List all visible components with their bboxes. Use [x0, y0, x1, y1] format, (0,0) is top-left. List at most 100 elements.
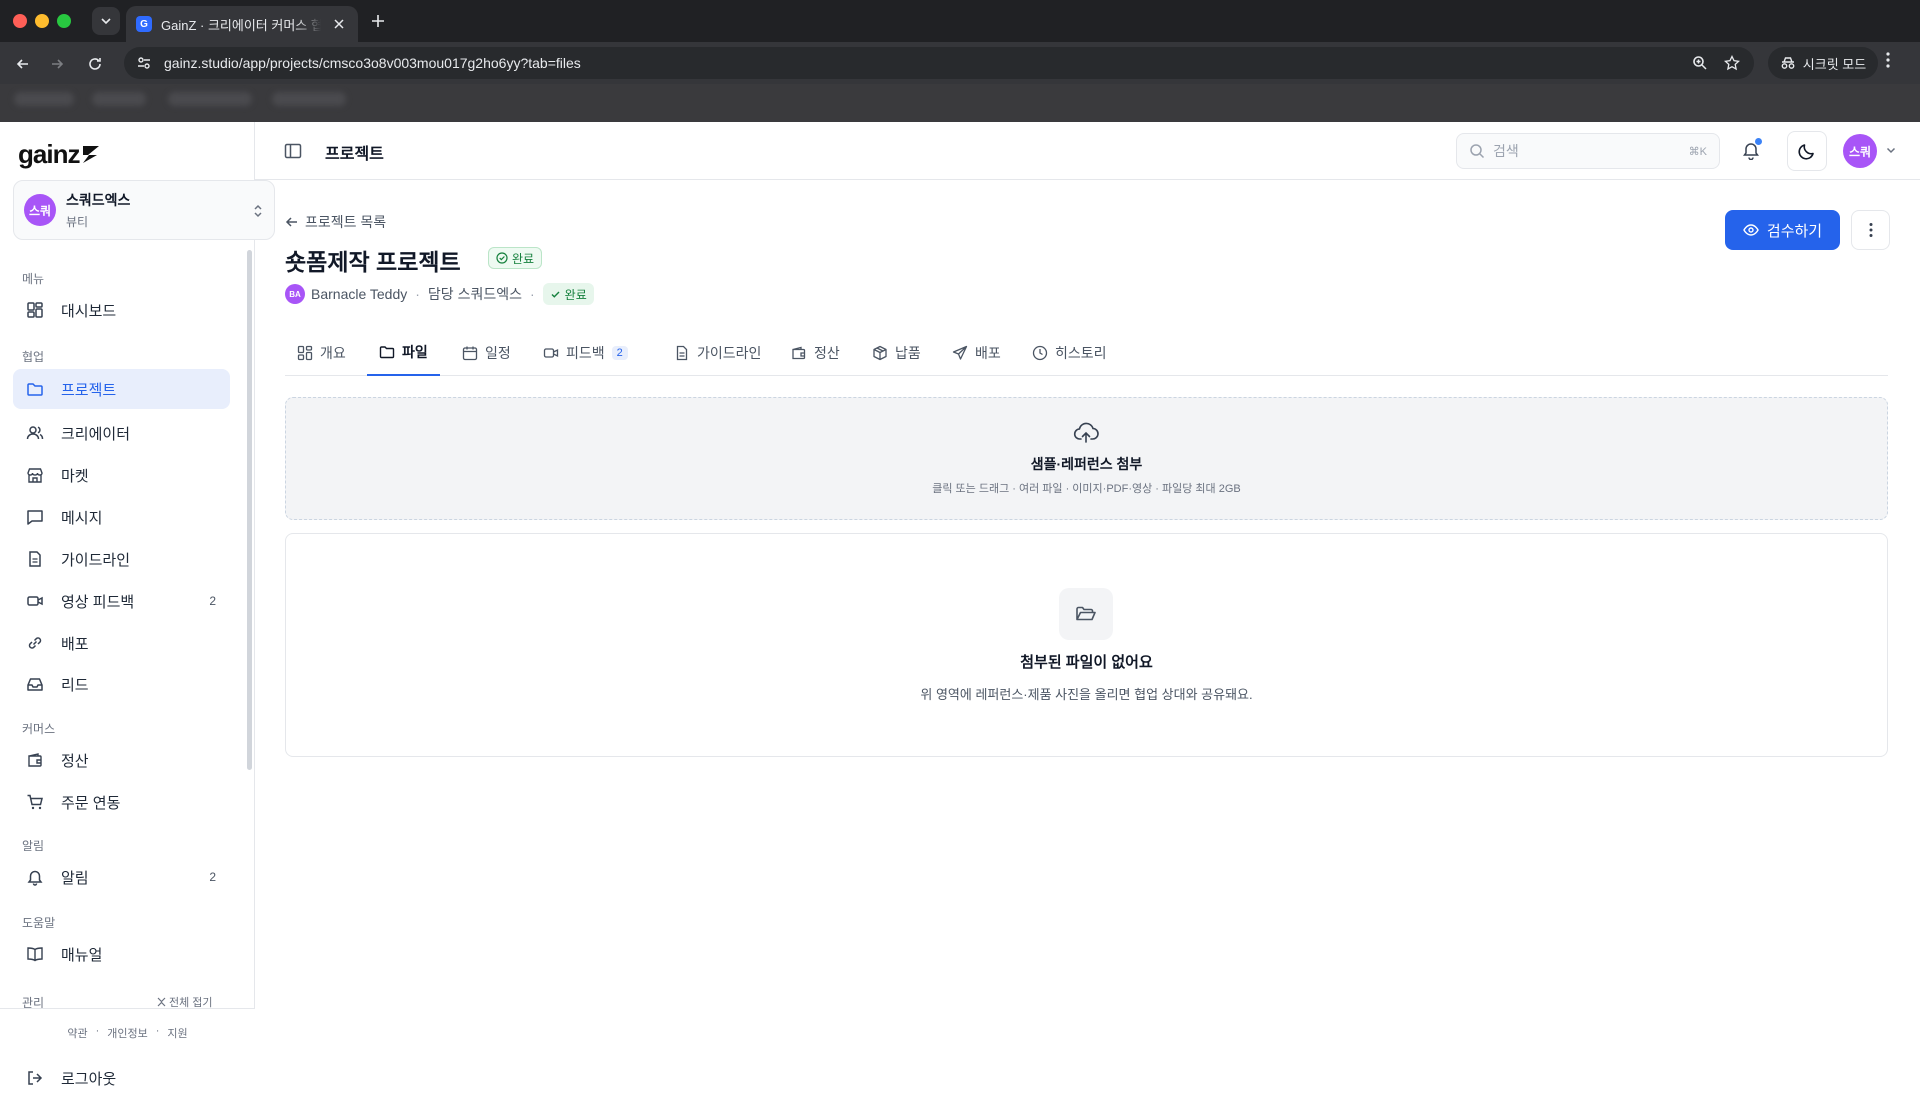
blurred-bookmark: [14, 92, 74, 106]
tab-guidelines[interactable]: 가이드라인: [662, 330, 773, 376]
sidebar-item-order-sync[interactable]: 주문 연동: [13, 783, 230, 821]
tab-label: 가이드라인: [697, 345, 762, 361]
sidebar-item-leads[interactable]: 리드: [13, 665, 230, 703]
section-collab: 협업: [22, 350, 45, 364]
tab-settlement[interactable]: 정산: [779, 330, 852, 376]
top-header: 프로젝트 검색 ⌘K 스쿼: [255, 122, 1920, 180]
logout-label: 로그아웃: [61, 1070, 117, 1088]
reload-button[interactable]: [82, 51, 108, 77]
star-icon[interactable]: [1724, 55, 1740, 71]
workspace-name: 스쿼드엑스: [66, 192, 131, 208]
dropzone-subtitle: 클릭 또는 드래그 · 여러 파일 · 이미지·PDF·영상 · 파일당 최대 …: [932, 483, 1241, 495]
sidebar-item-messages[interactable]: 메시지: [13, 498, 230, 536]
new-tab-button[interactable]: [368, 11, 388, 31]
sidebar-toggle-button[interactable]: [283, 141, 303, 161]
tab-feedback[interactable]: 피드백 2: [531, 330, 640, 376]
sidebar-item-manual[interactable]: 매뉴얼: [13, 935, 230, 973]
blurred-bookmark: [168, 92, 252, 106]
gainz-logo[interactable]: gainz: [18, 139, 102, 169]
collapse-icon: [157, 997, 166, 1007]
reload-icon: [89, 58, 101, 70]
sidebar-item-label: 리드: [61, 676, 89, 694]
count-badge: 2: [611, 346, 628, 360]
url-text: gainz.studio/app/projects/cmsco3o8v003mo…: [164, 55, 581, 71]
back-to-projects-link[interactable]: 프로젝트 목록: [285, 212, 386, 232]
sidebar: gainz 스쿼 스쿼드엑스 뷰티 메뉴 대시보드 협업 프로젝트 크리에이터: [0, 122, 275, 1097]
review-button[interactable]: 검수하기: [1725, 210, 1840, 250]
meta-separator: ·: [529, 286, 535, 302]
app-root: gainz 스쿼 스쿼드엑스 뷰티 메뉴 대시보드 협업 프로젝트 크리에이터: [0, 122, 1920, 1097]
zoom-icon[interactable]: [1692, 55, 1708, 71]
section-help: 도움말: [22, 916, 56, 930]
tab-label: 납품: [895, 345, 921, 361]
back-button[interactable]: [10, 51, 36, 77]
sidebar-item-creators[interactable]: 크리에이터: [13, 414, 230, 452]
incognito-indicator[interactable]: 시크릿 모드: [1768, 47, 1878, 79]
sidebar-item-label: 메시지: [61, 509, 103, 527]
sidebar-item-label: 주문 연동: [61, 794, 121, 812]
tab-search-button[interactable]: [92, 7, 120, 35]
dropzone-title: 샘플·레퍼런스 첨부: [1030, 456, 1143, 472]
sidebar-item-label: 배포: [61, 635, 89, 653]
sidebar-footer: 약관 · 개인정보 · 지원 로그아웃: [0, 1008, 255, 1097]
owner-label: 담당 스쿼드엑스: [427, 286, 522, 302]
section-commerce: 커머스: [22, 722, 56, 736]
theme-toggle-button[interactable]: [1787, 131, 1827, 171]
check-icon: [551, 291, 560, 298]
empty-state-card: 첨부된 파일이 없어요 위 영역에 레퍼런스·제품 사진을 올리면 협업 상대와…: [285, 533, 1888, 757]
window-maximize-button[interactable]: [57, 14, 71, 28]
logout-button[interactable]: 로그아웃: [13, 1059, 230, 1097]
sidebar-item-distribution[interactable]: 배포: [13, 624, 230, 662]
browser-menu-button[interactable]: [1886, 52, 1890, 68]
document-icon: [25, 549, 45, 569]
send-icon: [952, 345, 968, 360]
forward-button[interactable]: [44, 51, 70, 77]
file-dropzone[interactable]: 샘플·레퍼런스 첨부 클릭 또는 드래그 · 여러 파일 · 이미지·PDF·영…: [285, 397, 1888, 520]
sidebar-item-dashboard[interactable]: 대시보드: [13, 291, 230, 329]
sidebar-item-label: 정산: [61, 752, 89, 770]
window-minimize-button[interactable]: [35, 14, 49, 28]
sidebar-item-notifications[interactable]: 알림 2: [13, 858, 230, 896]
chevron-down-icon: [101, 18, 111, 25]
footer-separator: ·: [95, 1025, 100, 1037]
users-icon: [25, 423, 45, 443]
tab-overview[interactable]: 개요: [285, 330, 358, 376]
tab-delivery[interactable]: 납품: [860, 330, 933, 376]
incognito-label: 시크릿 모드: [1802, 56, 1867, 72]
folder-open-icon: [1059, 588, 1113, 640]
user-avatar[interactable]: 스쿼: [1843, 134, 1877, 168]
more-options-button[interactable]: [1851, 210, 1890, 250]
creator-avatar: BA: [285, 284, 305, 304]
site-settings-icon[interactable]: [136, 55, 152, 71]
search-input[interactable]: 검색 ⌘K: [1456, 133, 1720, 169]
workspace-switcher[interactable]: 스쿼 스쿼드엑스 뷰티: [13, 180, 275, 240]
status-label: 완료: [512, 251, 535, 266]
sidebar-item-projects[interactable]: 프로젝트: [13, 369, 230, 409]
sidebar-item-label: 영상 피드백: [61, 593, 135, 611]
chevron-down-icon[interactable]: [1885, 144, 1897, 156]
tab-close-icon[interactable]: [330, 15, 348, 33]
sidebar-scrollbar[interactable]: [247, 250, 252, 770]
privacy-link[interactable]: 개인정보: [107, 1025, 147, 1041]
count-badge: 2: [209, 594, 216, 608]
tab-schedule[interactable]: 일정: [450, 330, 523, 376]
grid-icon: [297, 345, 313, 361]
sidebar-item-settlement[interactable]: 정산: [13, 741, 230, 779]
sidebar-item-guidelines[interactable]: 가이드라인: [13, 540, 230, 578]
address-bar[interactable]: gainz.studio/app/projects/cmsco3o8v003mo…: [124, 47, 1754, 79]
tab-history[interactable]: 히스토리: [1020, 330, 1119, 376]
browser-tab[interactable]: G GainZ · 크리에이터 커머스 협업 OS: [126, 6, 358, 42]
favicon-icon: G: [136, 16, 152, 32]
support-link[interactable]: 지원: [167, 1025, 187, 1041]
main-content: 프로젝트 목록 숏폼제작 프로젝트 완료 BA Barnacle Teddy ·…: [255, 180, 1920, 1097]
sidebar-item-video-feedback[interactable]: 영상 피드백 2: [13, 582, 230, 620]
terms-link[interactable]: 약관: [67, 1025, 87, 1041]
tab-distribution[interactable]: 배포: [940, 330, 1013, 376]
sidebar-item-market[interactable]: 마켓: [13, 456, 230, 494]
sidebar-item-label: 대시보드: [61, 302, 117, 320]
window-close-button[interactable]: [13, 14, 27, 28]
tab-files[interactable]: 파일: [367, 330, 440, 376]
creator-name[interactable]: Barnacle Teddy: [311, 286, 407, 302]
sidebar-panel-icon: [284, 143, 302, 159]
tab-label: 배포: [975, 345, 1001, 361]
